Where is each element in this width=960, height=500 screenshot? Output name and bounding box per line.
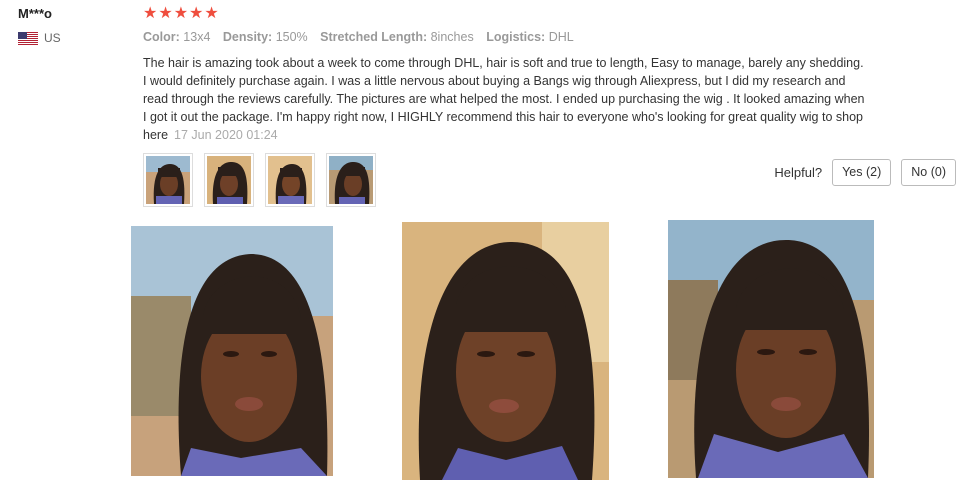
- photo-thumbnail-image: [146, 156, 190, 204]
- reviewer-name: M***o: [18, 6, 52, 21]
- attr-key-color: Color:: [143, 30, 180, 44]
- photo-thumbnail-image: [268, 156, 312, 204]
- review-thumbnail[interactable]: [326, 153, 376, 207]
- helpful-label: Helpful?: [774, 165, 823, 180]
- star-icon: ★: [143, 5, 158, 22]
- star-icon: ★: [204, 5, 219, 22]
- rating-stars: ★ ★ ★ ★ ★: [143, 5, 219, 23]
- attr-value-logistics: DHL: [548, 30, 574, 44]
- review-thumbnail[interactable]: [265, 153, 315, 207]
- review-photo[interactable]: [131, 226, 333, 476]
- country-code: US: [44, 31, 61, 45]
- review-thumbnails: [143, 153, 376, 207]
- attr-value-length: 8inches: [430, 30, 474, 44]
- photo-image: [402, 222, 609, 480]
- reviewer-country: US: [18, 31, 61, 45]
- helpful-yes-button[interactable]: Yes (2): [832, 159, 892, 186]
- review-photo[interactable]: [402, 222, 609, 480]
- review-thumbnail[interactable]: [143, 153, 193, 207]
- attr-key-logistics: Logistics:: [486, 30, 546, 44]
- review-thumbnail[interactable]: [204, 153, 254, 207]
- star-icon: ★: [173, 5, 189, 22]
- review-date: 17 Jun 2020 01:24: [174, 128, 278, 142]
- helpful-no-button[interactable]: No (0): [901, 159, 956, 186]
- photo-thumbnail-image: [207, 156, 251, 204]
- attr-value-density: 150%: [275, 30, 308, 44]
- attr-value-color: 13x4: [183, 30, 211, 44]
- star-icon: ★: [158, 5, 173, 22]
- star-icon: ★: [189, 5, 204, 22]
- photo-image: [668, 220, 874, 478]
- us-flag-icon: [18, 31, 38, 45]
- helpful-section: Helpful? Yes (2) No (0): [774, 159, 956, 186]
- attr-key-density: Density:: [222, 30, 273, 44]
- photo-image: [131, 226, 333, 476]
- attr-key-length: Stretched Length:: [320, 30, 428, 44]
- product-attributes: Color: 13x4 Density: 150% Stretched Leng…: [143, 30, 583, 44]
- review-body: The hair is amazing took about a week to…: [143, 54, 865, 144]
- photo-thumbnail-image: [329, 156, 373, 204]
- review-photo[interactable]: [668, 220, 874, 478]
